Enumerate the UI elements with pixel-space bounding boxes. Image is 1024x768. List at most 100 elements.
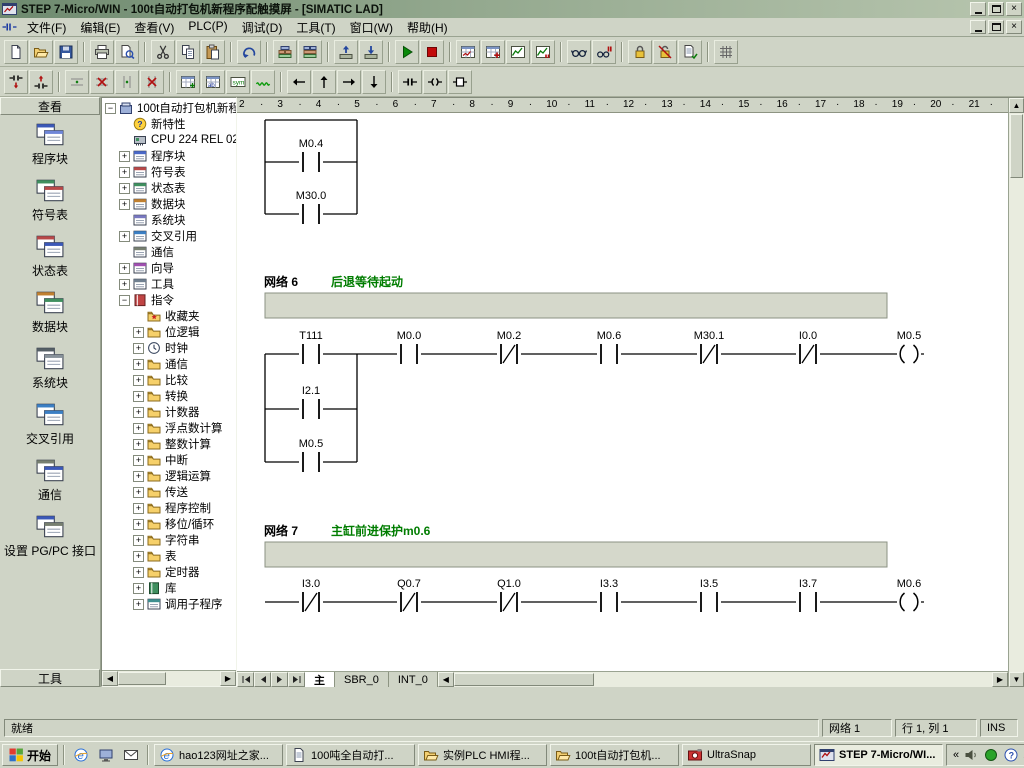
tree-row-11[interactable]: +工具 bbox=[102, 276, 236, 292]
open-project-button[interactable] bbox=[29, 40, 53, 64]
expand-box[interactable]: + bbox=[133, 503, 144, 514]
scroll-right-button[interactable]: ▶ bbox=[992, 672, 1008, 687]
taskbar-task-3[interactable]: 100t自动打包机... bbox=[550, 744, 679, 766]
line-up-button[interactable] bbox=[312, 70, 336, 94]
tree-row-1[interactable]: ?新特性 bbox=[102, 116, 236, 132]
unforce-button[interactable] bbox=[653, 40, 677, 64]
expand-box[interactable]: + bbox=[133, 343, 144, 354]
expand-box[interactable]: + bbox=[119, 199, 130, 210]
tree-row-30[interactable]: +库 bbox=[102, 580, 236, 596]
pou-tab-2[interactable]: INT_0 bbox=[389, 672, 438, 687]
tray-help-blue-icon[interactable]: ? bbox=[1003, 747, 1019, 763]
insert-row-button[interactable] bbox=[65, 70, 89, 94]
tree-row-22[interactable]: +中断 bbox=[102, 452, 236, 468]
trend-view-button[interactable] bbox=[506, 40, 530, 64]
expand-box[interactable]: + bbox=[119, 167, 130, 178]
menu-item-7[interactable]: 帮助(H) bbox=[400, 18, 455, 37]
expand-box[interactable]: + bbox=[133, 375, 144, 386]
menu-item-0[interactable]: 文件(F) bbox=[20, 18, 73, 37]
line-right-button[interactable] bbox=[337, 70, 361, 94]
mdi-child-icon[interactable] bbox=[2, 20, 18, 34]
start-button[interactable]: 开始 bbox=[2, 744, 58, 766]
taskbar-task-2[interactable]: 实例PLC HMI程... bbox=[418, 744, 547, 766]
tree-row-5[interactable]: +状态表 bbox=[102, 180, 236, 196]
new-document-button[interactable] bbox=[4, 40, 28, 64]
expand-box[interactable]: + bbox=[133, 455, 144, 466]
line-left-button[interactable] bbox=[287, 70, 311, 94]
sidebar-item-6[interactable]: 通信 bbox=[0, 458, 100, 502]
address-grid-button[interactable] bbox=[176, 70, 200, 94]
undo-button[interactable] bbox=[237, 40, 261, 64]
tree-row-12[interactable]: −指令 bbox=[102, 292, 236, 308]
tree-row-13[interactable]: 收藏夹 bbox=[102, 308, 236, 324]
expand-box[interactable]: + bbox=[133, 487, 144, 498]
tools-bar-header[interactable]: 工具 bbox=[0, 669, 100, 687]
save-project-button[interactable] bbox=[54, 40, 78, 64]
compile-button[interactable] bbox=[273, 40, 297, 64]
scroll-up-button[interactable]: ▲ bbox=[1009, 98, 1024, 113]
expand-box[interactable]: + bbox=[119, 263, 130, 274]
delete-column-button[interactable] bbox=[140, 70, 164, 94]
maximize-button[interactable] bbox=[988, 2, 1004, 16]
view-bar-header[interactable]: 查看 bbox=[0, 97, 100, 115]
expand-box[interactable]: + bbox=[133, 471, 144, 482]
vertical-scrollbar-thumb[interactable] bbox=[1010, 114, 1023, 178]
tree-row-26[interactable]: +移位/循环 bbox=[102, 516, 236, 532]
expand-box[interactable]: + bbox=[133, 423, 144, 434]
run-button[interactable] bbox=[395, 40, 419, 64]
menu-item-2[interactable]: 查看(V) bbox=[127, 18, 181, 37]
tree-row-25[interactable]: +程序控制 bbox=[102, 500, 236, 516]
sym-toggle-button[interactable]: sym bbox=[226, 70, 250, 94]
expand-box[interactable]: + bbox=[133, 327, 144, 338]
expand-box[interactable]: + bbox=[133, 439, 144, 450]
tree-row-7[interactable]: 系统块 bbox=[102, 212, 236, 228]
quick-launch-mail-icon[interactable] bbox=[120, 744, 142, 766]
scroll-down-button[interactable]: ▼ bbox=[1009, 672, 1024, 687]
sidebar-item-3[interactable]: 数据块 bbox=[0, 290, 100, 334]
ladder-canvas-area[interactable]: M0.4M30.0网络 6后退等待起动T111M0.0M0.2M0.6M30.1… bbox=[237, 113, 1008, 671]
print-button[interactable] bbox=[90, 40, 114, 64]
menu-item-5[interactable]: 工具(T) bbox=[289, 18, 342, 37]
sidebar-item-7[interactable]: 设置 PG/PC 接口 bbox=[0, 514, 100, 558]
editor-horizontal-scrollbar[interactable]: ◀▶ bbox=[438, 672, 1008, 687]
expand-box[interactable]: + bbox=[133, 583, 144, 594]
symbol-grid-button[interactable]: ab bbox=[201, 70, 225, 94]
cut-button[interactable] bbox=[151, 40, 175, 64]
sidebar-item-0[interactable]: 程序块 bbox=[0, 122, 100, 166]
tree-row-4[interactable]: +符号表 bbox=[102, 164, 236, 180]
collapse-box[interactable]: − bbox=[105, 103, 116, 114]
stop-button[interactable] bbox=[420, 40, 444, 64]
tree-row-15[interactable]: +时钟 bbox=[102, 340, 236, 356]
tree-row-8[interactable]: +交叉引用 bbox=[102, 228, 236, 244]
scroll-left-button[interactable]: ◀ bbox=[102, 671, 118, 686]
chart-insert-button[interactable] bbox=[481, 40, 505, 64]
editor-vertical-scrollbar[interactable]: ▲ ▼ bbox=[1008, 98, 1024, 687]
tree-row-17[interactable]: +比较 bbox=[102, 372, 236, 388]
minimize-button[interactable] bbox=[970, 2, 986, 16]
tree-row-23[interactable]: +逻辑运算 bbox=[102, 468, 236, 484]
tab-prev-button[interactable] bbox=[254, 672, 271, 687]
chart-status-button[interactable] bbox=[456, 40, 480, 64]
expand-box[interactable]: + bbox=[119, 279, 130, 290]
expand-box[interactable]: + bbox=[119, 183, 130, 194]
ladder-diagram[interactable]: M0.4M30.0网络 6后退等待起动T111M0.0M0.2M0.6M30.1… bbox=[237, 113, 1008, 671]
tree-row-16[interactable]: +通信 bbox=[102, 356, 236, 372]
tree-row-3[interactable]: +程序块 bbox=[102, 148, 236, 164]
mdi-restore-button[interactable] bbox=[988, 20, 1004, 34]
tray-green-status-icon[interactable] bbox=[983, 747, 999, 763]
menu-item-6[interactable]: 窗口(W) bbox=[343, 18, 400, 37]
expand-box[interactable]: + bbox=[133, 535, 144, 546]
sidebar-item-2[interactable]: 状态表 bbox=[0, 234, 100, 278]
tree-row-9[interactable]: 通信 bbox=[102, 244, 236, 260]
sidebar-item-4[interactable]: 系统块 bbox=[0, 346, 100, 390]
box-insert-button[interactable] bbox=[448, 70, 472, 94]
horizontal-scrollbar-thumb[interactable] bbox=[454, 673, 594, 686]
pou-tab-1[interactable]: SBR_0 bbox=[335, 672, 389, 687]
compile-all-button[interactable] bbox=[298, 40, 322, 64]
tree-row-0[interactable]: −100t自动打包机新程序配触摸屏 bbox=[102, 100, 236, 116]
expand-box[interactable]: + bbox=[133, 407, 144, 418]
program-monitor-button[interactable] bbox=[567, 40, 591, 64]
delete-row-button[interactable] bbox=[90, 70, 114, 94]
tree-row-31[interactable]: +调用子程序 bbox=[102, 596, 236, 612]
contact-insert-button[interactable] bbox=[398, 70, 422, 94]
